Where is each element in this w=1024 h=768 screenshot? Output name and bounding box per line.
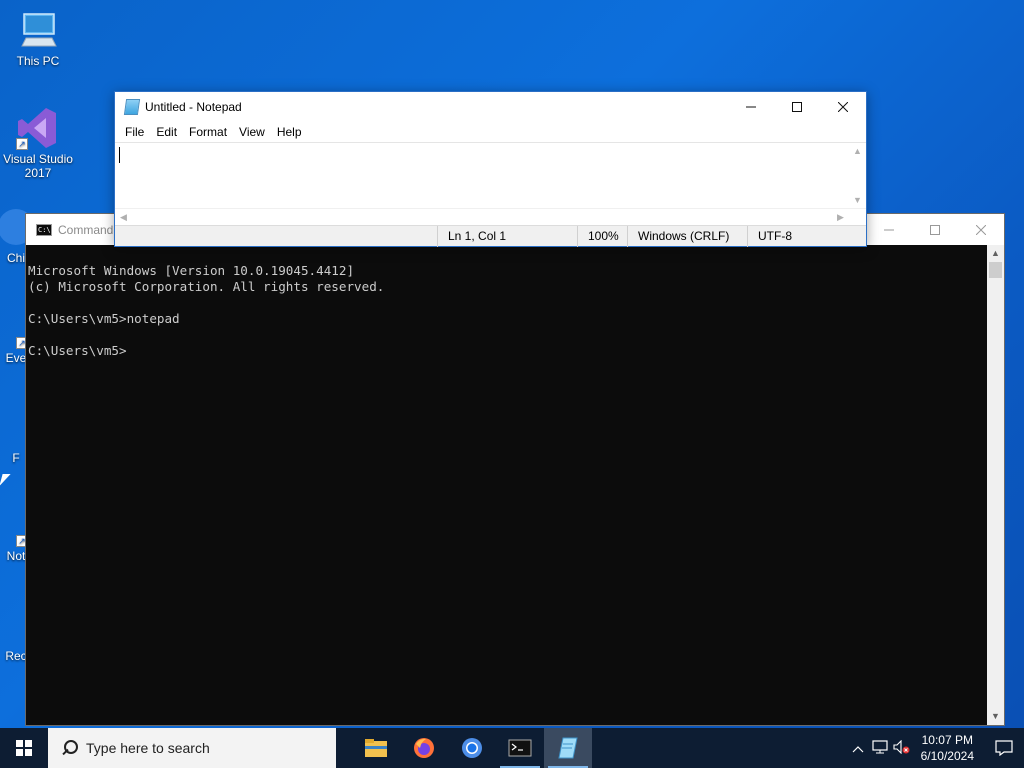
minimize-icon xyxy=(884,229,894,230)
desktop-icon-label: Chi xyxy=(6,251,25,265)
desktop-icon-label: Rec xyxy=(5,649,27,663)
status-cursor-position: Ln 1, Col 1 xyxy=(437,226,577,247)
network-icon[interactable] xyxy=(869,739,891,757)
computer-icon xyxy=(16,8,60,52)
taskbar-command-prompt[interactable] xyxy=(496,728,544,768)
shortcut-arrow-icon: ↗ xyxy=(16,138,28,150)
command-prompt-icon xyxy=(508,739,532,757)
scroll-right-icon[interactable]: ▶ xyxy=(832,209,849,226)
status-line-ending: Windows (CRLF) xyxy=(627,226,747,247)
start-button[interactable] xyxy=(0,728,48,768)
taskbar-firefox[interactable] xyxy=(400,728,448,768)
desktop-icon-label: Eve xyxy=(5,351,27,365)
notepad-window[interactable]: Untitled - Notepad File Edit Format View… xyxy=(114,91,867,247)
taskbar-search-box[interactable]: Type here to search xyxy=(48,728,336,768)
maximize-icon xyxy=(792,102,802,112)
notepad-status-bar: Ln 1, Col 1 100% Windows (CRLF) UTF-8 xyxy=(115,225,866,247)
notepad-minimize-button[interactable] xyxy=(728,92,774,122)
notepad-titlebar[interactable]: Untitled - Notepad xyxy=(115,92,866,122)
menu-edit[interactable]: Edit xyxy=(150,125,183,139)
notification-center-button[interactable] xyxy=(984,728,1024,768)
scroll-up-icon[interactable]: ▲ xyxy=(849,143,866,160)
console-output[interactable]: Microsoft Windows [Version 10.0.19045.44… xyxy=(26,245,987,725)
minimize-icon xyxy=(746,106,756,108)
cmd-maximize-button[interactable] xyxy=(912,214,958,245)
clock-date: 6/10/2024 xyxy=(920,749,974,763)
cmd-scrollbar[interactable]: ▲ ▼ xyxy=(987,245,1004,725)
mouse-cursor-icon xyxy=(0,474,11,486)
notepad-icon xyxy=(558,737,578,759)
visual-studio-icon: ↗ xyxy=(16,106,60,150)
cmd-minimize-button[interactable] xyxy=(866,214,912,245)
scroll-left-icon[interactable]: ◀ xyxy=(115,209,132,226)
taskbar-chrome[interactable] xyxy=(448,728,496,768)
scroll-up-icon[interactable]: ▲ xyxy=(987,245,1004,262)
console-line: C:\Users\vm5> xyxy=(28,343,127,358)
status-spacer xyxy=(115,226,437,247)
cmd-title: Command xyxy=(58,222,114,237)
scroll-down-icon[interactable]: ▼ xyxy=(987,708,1004,725)
search-icon xyxy=(60,739,78,757)
desktop-icon-label: Visual Studio 2017 xyxy=(3,152,73,180)
firefox-icon xyxy=(414,738,434,758)
notepad-vertical-scrollbar[interactable]: ▲ ▼ xyxy=(849,143,866,209)
taskbar-file-explorer[interactable] xyxy=(352,728,400,768)
clock-time: 10:07 PM xyxy=(921,733,973,747)
windows-logo-icon xyxy=(16,740,32,756)
notepad-horizontal-scrollbar[interactable]: ◀ ▶ xyxy=(115,208,866,225)
notepad-close-button[interactable] xyxy=(820,92,866,122)
scroll-thumb[interactable] xyxy=(989,262,1002,278)
desktop-icon-this-pc[interactable]: This PC xyxy=(0,8,76,68)
folder-icon xyxy=(365,739,387,757)
notepad-app-icon xyxy=(123,99,141,115)
menu-file[interactable]: File xyxy=(119,125,150,139)
cmd-close-button[interactable] xyxy=(958,214,1004,245)
maximize-icon xyxy=(930,224,940,235)
taskbar-clock[interactable]: 10:07 PM 6/10/2024 xyxy=(921,732,974,764)
chrome-icon xyxy=(462,738,482,758)
status-zoom: 100% xyxy=(577,226,627,247)
search-placeholder: Type here to search xyxy=(86,740,210,756)
desktop-icon-label: This PC xyxy=(16,54,60,68)
text-caret xyxy=(119,147,120,163)
cmd-app-icon: C:\ xyxy=(36,223,52,236)
desktop-icon-visual-studio[interactable]: ↗ Visual Studio 2017 xyxy=(0,106,76,180)
close-icon xyxy=(976,224,986,235)
menu-format[interactable]: Format xyxy=(183,125,233,139)
notepad-title: Untitled - Notepad xyxy=(145,100,242,114)
notepad-maximize-button[interactable] xyxy=(774,92,820,122)
console-line: Microsoft Windows [Version 10.0.19045.44… xyxy=(28,263,355,278)
desktop-icon-label: F xyxy=(12,451,20,465)
status-encoding: UTF-8 xyxy=(747,226,865,247)
menu-help[interactable]: Help xyxy=(271,125,308,139)
volume-muted-icon[interactable] xyxy=(891,739,913,757)
notepad-menubar: File Edit Format View Help xyxy=(115,122,866,142)
taskbar-notepad[interactable] xyxy=(544,728,592,768)
desktop-icon-label: Not xyxy=(6,549,26,563)
command-prompt-window[interactable]: C:\ Command Microsoft Windows [Version 1… xyxy=(25,213,1005,726)
system-tray: 10:07 PM 6/10/2024 xyxy=(847,728,1024,768)
taskbar: Type here to search 10:07 PM 6/10/2024 xyxy=(0,728,1024,768)
show-hidden-icons-chevron-icon[interactable] xyxy=(847,741,869,756)
console-line: C:\Users\vm5>notepad xyxy=(28,311,180,326)
notepad-text-area[interactable]: ▲ ▼ xyxy=(115,142,866,209)
scroll-down-icon[interactable]: ▼ xyxy=(849,192,866,209)
menu-view[interactable]: View xyxy=(233,125,271,139)
notification-icon xyxy=(995,740,1013,756)
close-icon xyxy=(838,102,848,112)
console-line: (c) Microsoft Corporation. All rights re… xyxy=(28,279,385,294)
